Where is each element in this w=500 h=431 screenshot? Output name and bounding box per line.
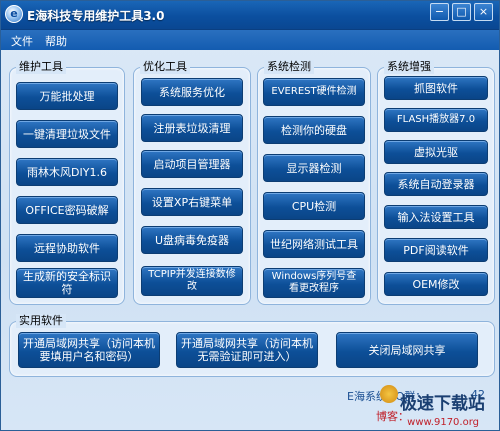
group-practical: 实用软件 开通局域网共享（访问本机要填用户名和密码） 开通局域网共享（访问本机无… bbox=[9, 314, 495, 377]
menu-bar: 文件 帮助 bbox=[1, 30, 499, 50]
watermark-logo: 极速下载站 bbox=[380, 385, 485, 414]
group-enhance-title: 系统增强 bbox=[384, 60, 434, 74]
btn-pdf-reader[interactable]: PDF阅读软件 bbox=[384, 238, 488, 262]
window-title: E海科技专用维护工具3.0 bbox=[27, 9, 165, 23]
btn-registry-clean[interactable]: 注册表垃圾清理 bbox=[141, 114, 243, 142]
watermark-text: 极速下载站 bbox=[400, 394, 485, 414]
btn-oem-modify[interactable]: OEM修改 bbox=[384, 272, 488, 296]
group-maintenance: 维护工具 万能批处理 一键清理垃圾文件 雨林木风DIY1.6 OFFICE密码破… bbox=[9, 60, 125, 305]
maximize-button[interactable]: □ bbox=[452, 3, 471, 21]
watermark-url: www.9170.org bbox=[407, 417, 479, 428]
btn-cpu-check[interactable]: CPU检测 bbox=[263, 192, 365, 220]
group-practical-title: 实用软件 bbox=[16, 314, 66, 328]
btn-disk-check[interactable]: 检测你的硬盘 bbox=[263, 116, 365, 144]
group-maintenance-title: 维护工具 bbox=[16, 60, 66, 74]
group-optimize: 优化工具 系统服务优化 注册表垃圾清理 启动项目管理器 设置XP右键菜单 U盘病… bbox=[133, 60, 251, 305]
btn-close-share[interactable]: 关闭局域网共享 bbox=[336, 332, 478, 368]
group-enhance: 系统增强 抓图软件 FLASH播放器7.0 虚拟光驱 系统自动登录器 输入法设置… bbox=[377, 60, 495, 305]
app-window: e E海科技专用维护工具3.0 − □ × 文件 帮助 维护工具 万能批处理 一… bbox=[0, 0, 500, 431]
btn-share-no-auth[interactable]: 开通局域网共享（访问本机无需验证即可进入） bbox=[176, 332, 318, 368]
btn-windows-serial[interactable]: Windows序列号查看更改程序 bbox=[263, 268, 365, 298]
btn-ylmf-diy[interactable]: 雨林木风DIY1.6 bbox=[16, 158, 118, 186]
btn-service-optimize[interactable]: 系统服务优化 bbox=[141, 78, 243, 106]
btn-startup-manager[interactable]: 启动项目管理器 bbox=[141, 150, 243, 178]
btn-network-test[interactable]: 世纪网络测试工具 bbox=[263, 230, 365, 258]
btn-usb-immunizer[interactable]: U盘病毒免疫器 bbox=[141, 226, 243, 254]
watermark-badge-icon bbox=[380, 385, 398, 403]
btn-share-with-password[interactable]: 开通局域网共享（访问本机要填用户名和密码） bbox=[18, 332, 160, 368]
app-logo-icon: e bbox=[5, 5, 23, 23]
btn-everest[interactable]: EVEREST硬件检测 bbox=[263, 78, 365, 106]
menu-file[interactable]: 文件 bbox=[11, 33, 33, 49]
btn-remote-assist[interactable]: 远程协助软件 bbox=[16, 234, 118, 262]
close-button[interactable]: × bbox=[474, 3, 493, 21]
group-system-check-title: 系统检测 bbox=[264, 60, 314, 74]
btn-xp-context-menu[interactable]: 设置XP右键菜单 bbox=[141, 188, 243, 216]
btn-monitor-check[interactable]: 显示器检测 bbox=[263, 154, 365, 182]
btn-batch-processing[interactable]: 万能批处理 bbox=[16, 82, 118, 110]
title-bar[interactable]: e E海科技专用维护工具3.0 − □ × bbox=[1, 1, 499, 30]
group-optimize-title: 优化工具 bbox=[140, 60, 190, 74]
btn-flash-player[interactable]: FLASH播放器7.0 bbox=[384, 108, 488, 132]
btn-office-crack[interactable]: OFFICE密码破解 bbox=[16, 196, 118, 224]
btn-screenshot[interactable]: 抓图软件 bbox=[384, 76, 488, 100]
group-system-check: 系统检测 EVEREST硬件检测 检测你的硬盘 显示器检测 CPU检测 世纪网络… bbox=[257, 60, 371, 305]
btn-clean-junk[interactable]: 一键清理垃圾文件 bbox=[16, 120, 118, 148]
btn-virtual-drive[interactable]: 虚拟光驱 bbox=[384, 140, 488, 164]
btn-auto-login[interactable]: 系统自动登录器 bbox=[384, 172, 488, 196]
menu-help[interactable]: 帮助 bbox=[45, 33, 67, 49]
minimize-button[interactable]: − bbox=[430, 3, 449, 21]
btn-new-sid[interactable]: 生成新的安全标识符 bbox=[16, 268, 118, 298]
btn-ime-settings[interactable]: 输入法设置工具 bbox=[384, 205, 488, 229]
btn-tcpip-connections[interactable]: TCPIP并发连接数修改 bbox=[141, 266, 243, 296]
